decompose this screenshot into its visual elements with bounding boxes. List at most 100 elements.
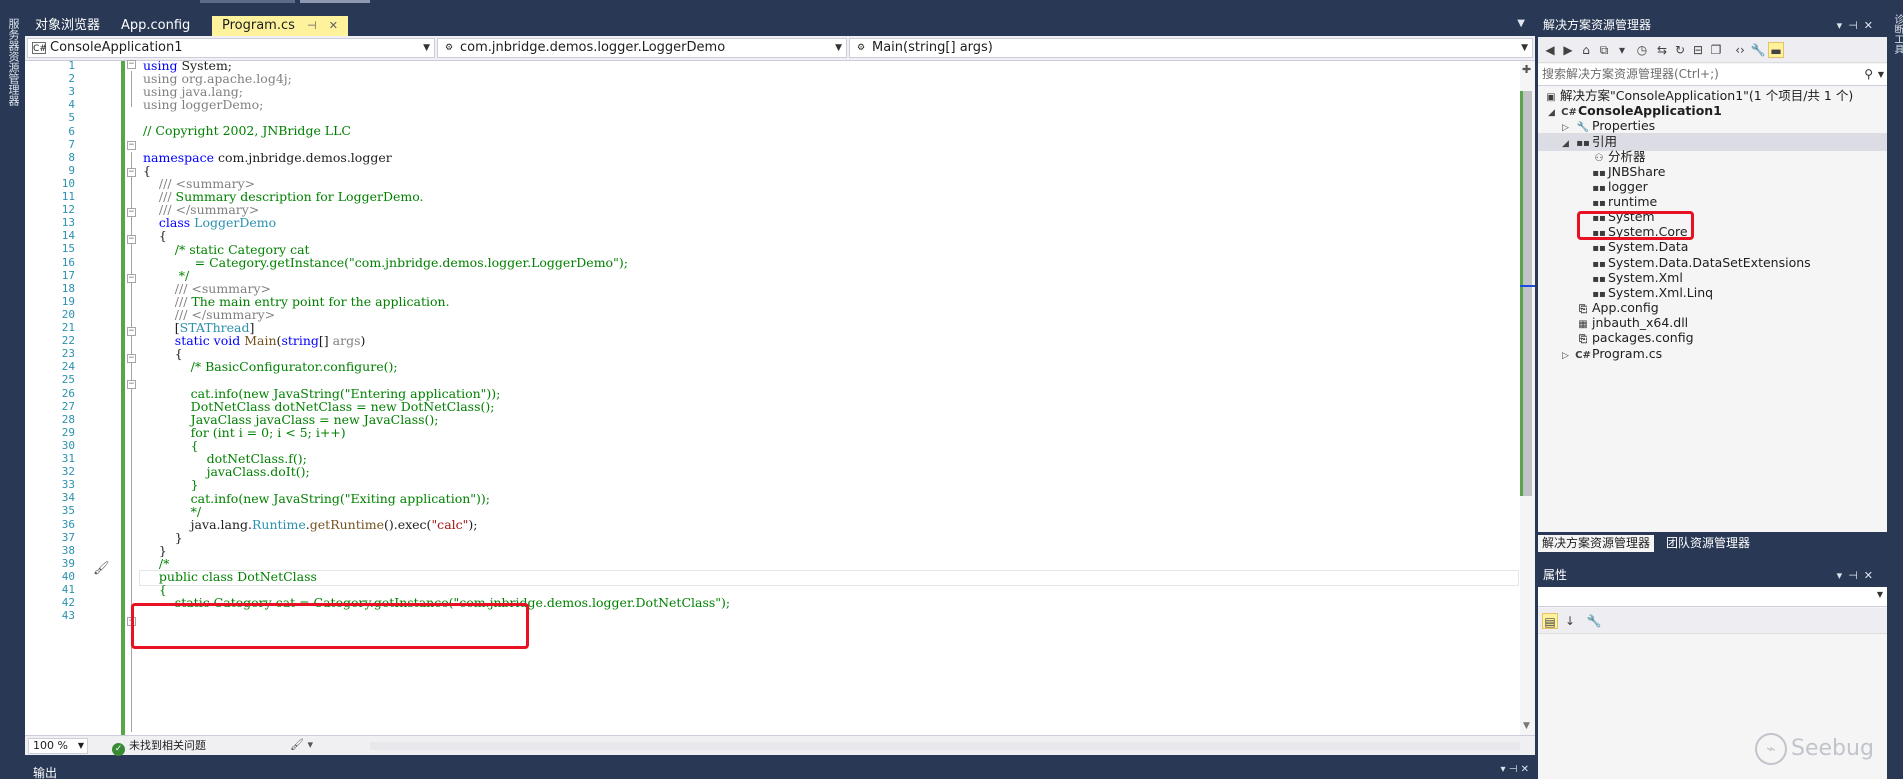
collapse-icon[interactable]: − [127,141,136,150]
code-cleanup-icon[interactable]: 🖌 ▾ [290,738,313,751]
tree-item-label: System.Xml [1608,270,1683,285]
line-number: 43 [61,609,75,623]
chevron-down-icon[interactable]: ▼ [1878,64,1884,85]
tree-item-label: packages.config [1592,330,1694,345]
close-icon[interactable]: ✕ [329,19,338,32]
properties-wrench-icon[interactable]: 🔧 [1750,42,1766,58]
tree-item-label: JNBShare [1608,164,1666,179]
properties-object-selector[interactable]: ▼ [1538,587,1887,607]
check-circle-icon: ✓ [112,743,125,756]
pending-changes-icon[interactable]: ◷ [1634,42,1650,58]
tab-object-browser[interactable]: 对象浏览器 [25,16,110,36]
top-band [0,0,1903,12]
diagnostic-tools-tab[interactable]: 诊断工具 [1891,14,1903,54]
panel-window-controls[interactable]: ▾ ⊣ ✕ [1501,764,1529,775]
top-strip-1 [200,0,295,3]
collapse-icon[interactable]: − [127,235,136,244]
tree-item-label: System.Data.DataSetExtensions [1608,255,1811,270]
seebug-logo-icon: ⌁ [1755,733,1787,765]
seebug-watermark: ⌁ Seebug [1755,733,1874,765]
solution-explorer-title-bar: 解决方案资源管理器 ▾⊣✕ [1538,14,1887,37]
member-dropdown-label: Main(string[] args) [872,40,993,55]
output-panel-title[interactable]: 输出 [33,764,57,779]
tab-program-cs[interactable]: Program.cs ⊣ ✕ [212,16,348,36]
zoom-dropdown[interactable]: 100 % ▼ [28,738,88,754]
editor-horizontal-scrollbar[interactable] [370,742,1520,750]
fold-line [131,71,132,107]
issues-indicator[interactable]: ✓ 未找到相关问题 [112,738,206,756]
server-explorer-tab[interactable]: 服务器资源管理器 [6,18,20,106]
tree-item-program-cs[interactable]: ▷ C#Program.cs [1562,345,1662,363]
issues-label: 未找到相关问题 [129,739,206,752]
output-panel-header: 输出 ▾ ⊣ ✕ [25,763,1535,779]
view-code-icon[interactable]: ‹› [1732,42,1748,58]
collapse-icon[interactable]: − [127,380,136,389]
switch-views-icon[interactable]: ⧉ [1596,42,1612,58]
panel-window-controls[interactable]: ▾⊣✕ [1837,564,1879,587]
top-strip-2 [300,0,370,3]
chevron-down-icon: ▼ [77,741,84,750]
code-line-40: public class DotNetClass [143,569,317,584]
code-token: string [281,333,319,348]
properties-toolbar: ▤ ↓ 🔧 [1538,608,1887,634]
tree-item-label: System.Xml.Linq [1608,285,1714,300]
search-icon[interactable]: ⚲ [1864,64,1873,85]
solution-explorer-toolbar: ◀ ▶ ⌂ ⧉ ▾ ◷ ⇆ ↻ ⊟ ❐ ‹› 🔧 ▬ [1538,37,1887,63]
code-token: Main [240,333,277,348]
pin-icon[interactable]: ⊣ [307,19,317,32]
categorized-icon[interactable]: ▤ [1542,613,1558,629]
code-token: ().exec( [383,517,432,532]
properties-title-bar: 属性 ▾⊣✕ [1538,564,1887,587]
back-icon[interactable]: ◀ [1542,42,1558,58]
tree-item-label: 引用 [1592,134,1618,149]
home-icon[interactable]: ⌂ [1578,42,1594,58]
tab-dropdown-icon[interactable]: ▼ [1517,18,1525,29]
code-token: getRuntime [309,517,384,532]
tree-item-label: runtime [1608,194,1658,209]
tree-item-label: App.config [1592,300,1659,315]
code-token: com.jnbridge.demos.logger [214,150,392,165]
refresh-icon[interactable]: ↻ [1672,42,1688,58]
class-dropdown[interactable]: ⚙ com.jnbridge.demos.logger.LoggerDemo ▼ [437,38,847,58]
project-dropdown[interactable]: C# ConsoleApplication1 ▼ [27,38,435,58]
collapse-all-icon[interactable]: ⊟ [1690,42,1706,58]
solution-search-input[interactable]: 搜索解决方案资源管理器(Ctrl+;) ⚲ ▼ [1538,64,1887,86]
alphabetical-icon[interactable]: ↓ [1562,613,1578,629]
panel-window-controls[interactable]: ▾⊣✕ [1837,14,1879,37]
scrollbar-thumb[interactable] [1523,91,1532,496]
code-token: LoggerDemo [190,215,277,230]
watermark-text: Seebug [1791,736,1874,761]
sync-icon[interactable]: ⇆ [1654,42,1670,58]
collapse-icon[interactable]: − [127,327,136,336]
scrollbar-caret-marker [1520,285,1535,287]
quick-action-brush-icon[interactable]: 🖌 [93,561,110,576]
tab-app-config[interactable]: App.config [111,16,200,36]
collapse-icon[interactable]: − [127,354,136,363]
collapse-icon[interactable]: − [127,60,136,69]
code-token: ); [468,517,478,532]
editor-vertical-scrollbar[interactable]: ✚ ▼ [1520,61,1535,735]
expanded-icon[interactable]: ◢ [1548,104,1560,122]
preview-selected-icon[interactable]: ▬ [1768,42,1784,58]
left-tool-strip: 服务器资源管理器 [0,0,25,779]
split-window-icon[interactable]: ✚ [1522,64,1533,75]
annotation-box-runtime-reference [1577,211,1694,240]
collapsed-icon[interactable]: ▷ [1562,347,1574,365]
code-line-36: java.lang.Runtime.getRuntime().exec("cal… [143,517,478,533]
code-token: namespace [143,150,215,165]
dropdown-icon[interactable]: ▾ [1614,42,1630,58]
expanded-icon[interactable]: ◢ [1562,135,1574,153]
code-token: args [332,333,361,348]
collapse-icon[interactable]: − [127,208,136,217]
tab-solution-explorer[interactable]: 解决方案资源管理器 [1538,535,1655,552]
forward-icon[interactable]: ▶ [1560,42,1576,58]
collapse-icon[interactable]: − [127,274,136,283]
tree-item-label: 分析器 [1608,149,1646,164]
scroll-down-icon[interactable]: ▼ [1523,721,1530,731]
tab-team-explorer[interactable]: 团队资源管理器 [1662,535,1754,552]
annotation-box-exec-call [131,603,529,649]
collapse-icon[interactable]: − [127,168,136,177]
property-pages-wrench-icon[interactable]: 🔧 [1586,613,1602,629]
member-dropdown[interactable]: ⚙ Main(string[] args) ▼ [849,38,1533,58]
show-all-files-icon[interactable]: ❐ [1708,42,1724,58]
